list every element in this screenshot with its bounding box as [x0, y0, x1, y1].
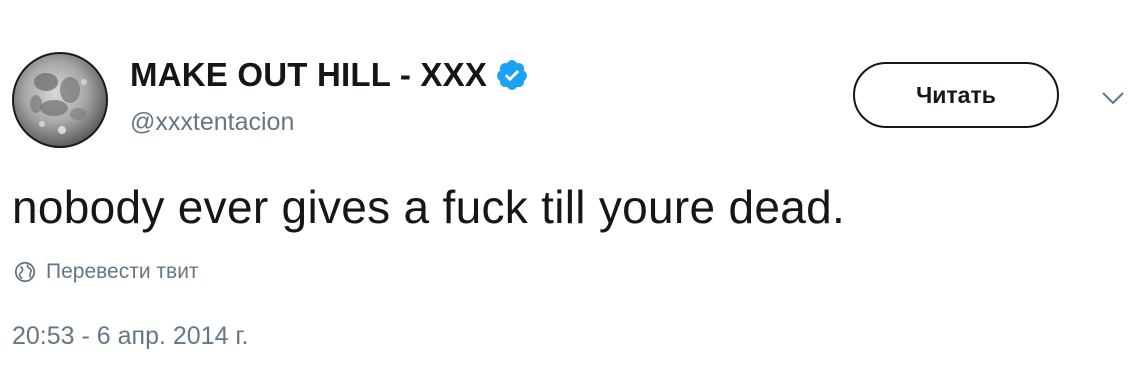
chevron-down-icon[interactable]: [1100, 88, 1126, 108]
display-name-row[interactable]: MAKE OUT HILL - XXX: [130, 56, 529, 94]
translate-tweet-link[interactable]: Перевести твит: [14, 260, 199, 284]
tweet-timestamp[interactable]: 20:53 - 6 апр. 2014 г.: [12, 322, 248, 351]
translate-label[interactable]: Перевести твит: [46, 260, 199, 284]
user-handle[interactable]: @xxxtentacion: [130, 108, 294, 137]
moon-avatar-image: [12, 52, 108, 148]
verified-badge-icon: [495, 58, 529, 92]
globe-icon: [14, 261, 36, 283]
avatar[interactable]: [12, 52, 108, 148]
tweet-text: nobody ever gives a fuck till youre dead…: [12, 181, 846, 233]
display-name[interactable]: MAKE OUT HILL - XXX: [130, 56, 487, 94]
follow-button[interactable]: Читать: [853, 62, 1059, 128]
tweet-card: MAKE OUT HILL - XXX @xxxtentacion Читать…: [0, 0, 1130, 376]
